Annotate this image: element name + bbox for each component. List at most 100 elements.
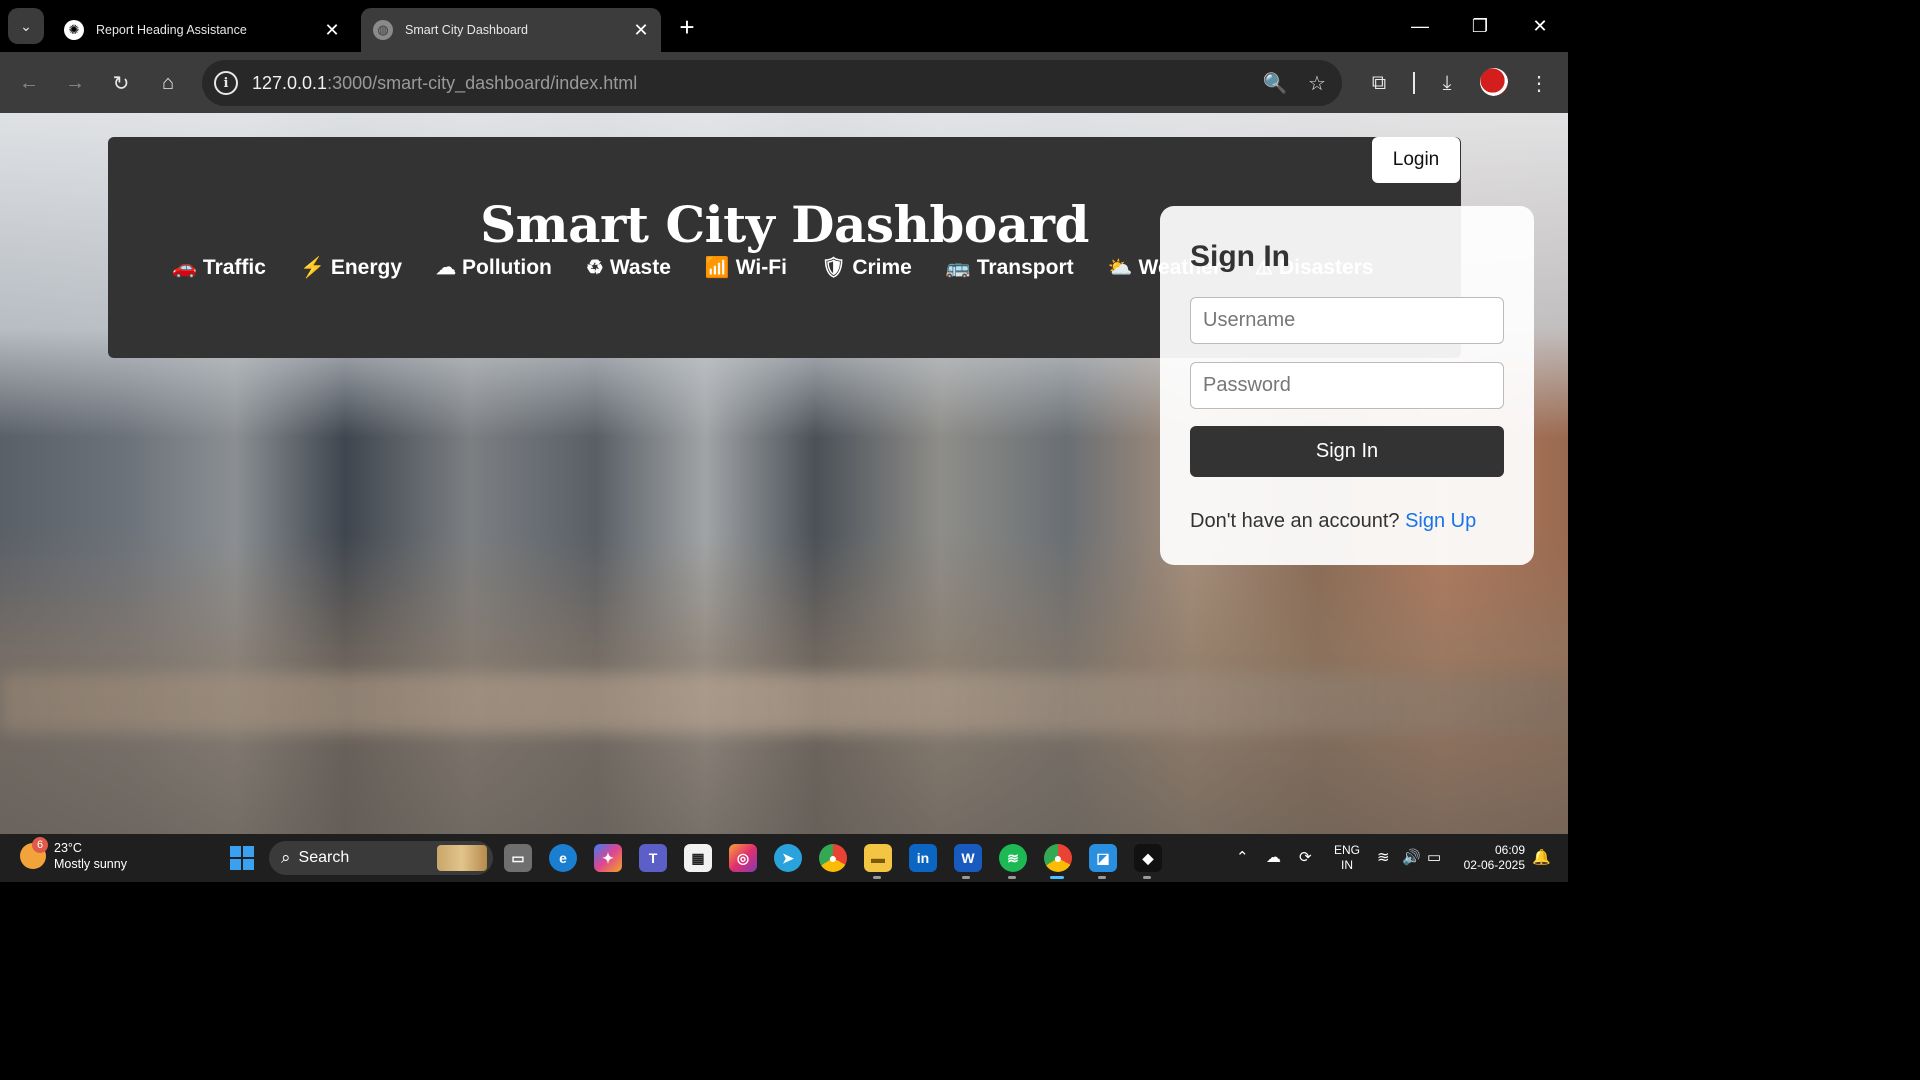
password-field[interactable]: Password bbox=[1190, 362, 1504, 409]
active-indicator bbox=[1050, 876, 1064, 879]
sun-icon: 6 bbox=[20, 837, 48, 869]
extensions-button[interactable]: ⧉ bbox=[1362, 66, 1396, 100]
reload-button[interactable]: ↻ bbox=[104, 66, 138, 100]
onedrive-icon[interactable]: ☁ bbox=[1266, 848, 1281, 866]
task-view-icon[interactable]: ▭ bbox=[504, 844, 532, 872]
weather-widget[interactable]: 6 23°C Mostly sunny bbox=[20, 837, 127, 872]
signin-title: Sign In bbox=[1190, 240, 1290, 273]
word-icon[interactable]: W bbox=[954, 844, 982, 872]
tab-strip: ⌄ ✺ Report Heading Assistance ✕ ◍ Smart … bbox=[0, 0, 1568, 52]
teams-icon[interactable]: T bbox=[639, 844, 667, 872]
nav-item-energy[interactable]: ⚡ Energy bbox=[300, 255, 402, 280]
store-icon[interactable]: ▦ bbox=[684, 844, 712, 872]
chevron-up-icon[interactable]: ⌃ bbox=[1236, 848, 1249, 866]
wifi-icon[interactable]: ≋ bbox=[1377, 848, 1390, 866]
recycle-icon: ♻ bbox=[585, 257, 604, 279]
address-bar[interactable]: i 127.0.0.1:3000/smart-city_dashboard/in… bbox=[202, 60, 1342, 106]
weather-badge: 6 bbox=[32, 837, 48, 853]
tab-report-heading[interactable]: ✺ Report Heading Assistance ✕ bbox=[52, 8, 352, 52]
clock[interactable]: 06:09 02-06-2025 bbox=[1455, 843, 1525, 873]
chrome-profile-icon[interactable]: ● bbox=[1044, 844, 1072, 872]
smog-icon: ☁ bbox=[436, 257, 457, 279]
home-button[interactable]: ⌂ bbox=[151, 66, 185, 100]
car-icon: 🚗 bbox=[172, 257, 197, 279]
home-icon: ⌂ bbox=[161, 71, 175, 94]
profile-avatar[interactable] bbox=[1480, 68, 1508, 96]
signup-prompt-text: Don't have an account? bbox=[1190, 510, 1400, 532]
language-indicator[interactable]: ENG IN bbox=[1334, 843, 1360, 873]
running-indicator bbox=[1008, 876, 1016, 879]
nav-item-wifi[interactable]: 📶 Wi-Fi bbox=[705, 255, 787, 280]
download-icon: ⤓ bbox=[1442, 71, 1452, 94]
star-icon[interactable]: ☆ bbox=[1300, 66, 1334, 100]
minimize-button[interactable]: — bbox=[1400, 8, 1440, 44]
nav-item-label: Pollution bbox=[462, 255, 552, 279]
instagram-icon[interactable]: ◎ bbox=[729, 844, 757, 872]
back-button[interactable]: ← bbox=[12, 66, 46, 100]
chrome-icon[interactable]: ● bbox=[819, 844, 847, 872]
forward-button[interactable]: → bbox=[58, 66, 92, 100]
bolt-icon: ⚡ bbox=[299, 257, 325, 279]
login-button[interactable]: Login bbox=[1372, 137, 1460, 183]
edge-icon[interactable]: e bbox=[549, 844, 577, 872]
taskbar: 6 23°C Mostly sunny ⌕ Search ▭ e ✦ T ▦ ◎… bbox=[0, 834, 1568, 882]
linkedin-icon[interactable]: in bbox=[909, 844, 937, 872]
nav-item-label: Traffic bbox=[202, 255, 266, 279]
kebab-menu-icon: ⋮ bbox=[1529, 72, 1549, 95]
close-icon[interactable]: ✕ bbox=[318, 16, 346, 44]
page-viewport: Smart City Dashboard 🚗 Traffic ⚡ Energy ☁ Pol… bbox=[0, 113, 1568, 834]
spotify-icon[interactable]: ≋ bbox=[999, 844, 1027, 872]
volume-icon[interactable]: 🔊 bbox=[1402, 848, 1421, 866]
close-icon[interactable]: ✕ bbox=[627, 16, 655, 44]
new-tab-button[interactable]: + bbox=[672, 12, 702, 42]
signup-prompt: Don't have an account? Sign Up bbox=[1190, 510, 1476, 533]
nav-item-traffic[interactable]: 🚗 Traffic bbox=[172, 255, 266, 280]
nav-item-waste[interactable]: ♻ Waste bbox=[586, 255, 671, 280]
signin-form: Sign In Username Password Sign In Don't … bbox=[1160, 206, 1534, 565]
lang-line1: ENG bbox=[1334, 843, 1361, 857]
app-icon[interactable]: ◆ bbox=[1134, 844, 1162, 872]
nav-item-transport[interactable]: 🚌 Transport bbox=[946, 255, 1074, 280]
weather-temp: 23°C bbox=[54, 841, 82, 855]
downloads-button[interactable]: ⤓ bbox=[1430, 66, 1464, 100]
taskbar-search[interactable]: ⌕ Search bbox=[269, 841, 493, 875]
tab-smart-city[interactable]: ◍ Smart City Dashboard ✕ bbox=[361, 8, 661, 52]
menu-button[interactable]: ⋮ bbox=[1522, 66, 1556, 100]
running-indicator bbox=[873, 876, 881, 879]
search-label: Search bbox=[298, 849, 350, 866]
url-text[interactable]: 127.0.0.1:3000/smart-city_dashboard/inde… bbox=[252, 73, 1258, 94]
tab-title: Report Heading Assistance bbox=[96, 23, 247, 37]
start-button[interactable] bbox=[230, 846, 254, 870]
username-field[interactable]: Username bbox=[1190, 297, 1504, 344]
arrow-left-icon: ← bbox=[19, 71, 39, 94]
photos-icon[interactable]: ◪ bbox=[1089, 844, 1117, 872]
search-icon: ⌕ bbox=[281, 848, 291, 867]
nav-item-label: Energy bbox=[330, 255, 403, 279]
search-highlight-image bbox=[437, 845, 487, 871]
zoom-icon[interactable]: 🔍 bbox=[1258, 66, 1292, 100]
nav-item-crime[interactable]: 🛡 Crime bbox=[821, 255, 912, 280]
site-info-icon[interactable]: i bbox=[214, 71, 238, 95]
telegram-icon[interactable]: ➤ bbox=[774, 844, 802, 872]
battery-icon[interactable]: ▭ bbox=[1427, 848, 1441, 866]
nav-item-label: Wi-Fi bbox=[735, 255, 787, 279]
running-indicator bbox=[1143, 876, 1151, 879]
tab-search-button[interactable]: ⌄ bbox=[8, 8, 44, 44]
cloud-sun-icon: ⛅ bbox=[1107, 257, 1133, 279]
notification-icon[interactable]: 🔔 bbox=[1532, 848, 1551, 866]
url-path: :3000/smart-city_dashboard/index.html bbox=[327, 72, 638, 93]
signup-link[interactable]: Sign Up bbox=[1405, 510, 1476, 532]
running-indicator bbox=[1098, 876, 1106, 879]
restore-button[interactable]: ❐ bbox=[1460, 8, 1500, 44]
copilot-icon[interactable]: ✦ bbox=[594, 844, 622, 872]
sync-icon[interactable]: ⟳ bbox=[1299, 848, 1312, 866]
nav-item-label: Crime bbox=[852, 255, 912, 279]
nav-item-label: Waste bbox=[609, 255, 671, 279]
browser-toolbar: ← → ↻ ⌂ i 127.0.0.1:3000/smart-city_dash… bbox=[0, 52, 1568, 113]
reload-icon: ↻ bbox=[112, 72, 130, 95]
signin-button[interactable]: Sign In bbox=[1190, 426, 1504, 477]
lang-line2: IN bbox=[1341, 858, 1353, 872]
nav-item-pollution[interactable]: ☁ Pollution bbox=[436, 255, 552, 280]
close-window-button[interactable]: ✕ bbox=[1520, 8, 1560, 44]
file-explorer-icon[interactable]: ▬ bbox=[864, 844, 892, 872]
